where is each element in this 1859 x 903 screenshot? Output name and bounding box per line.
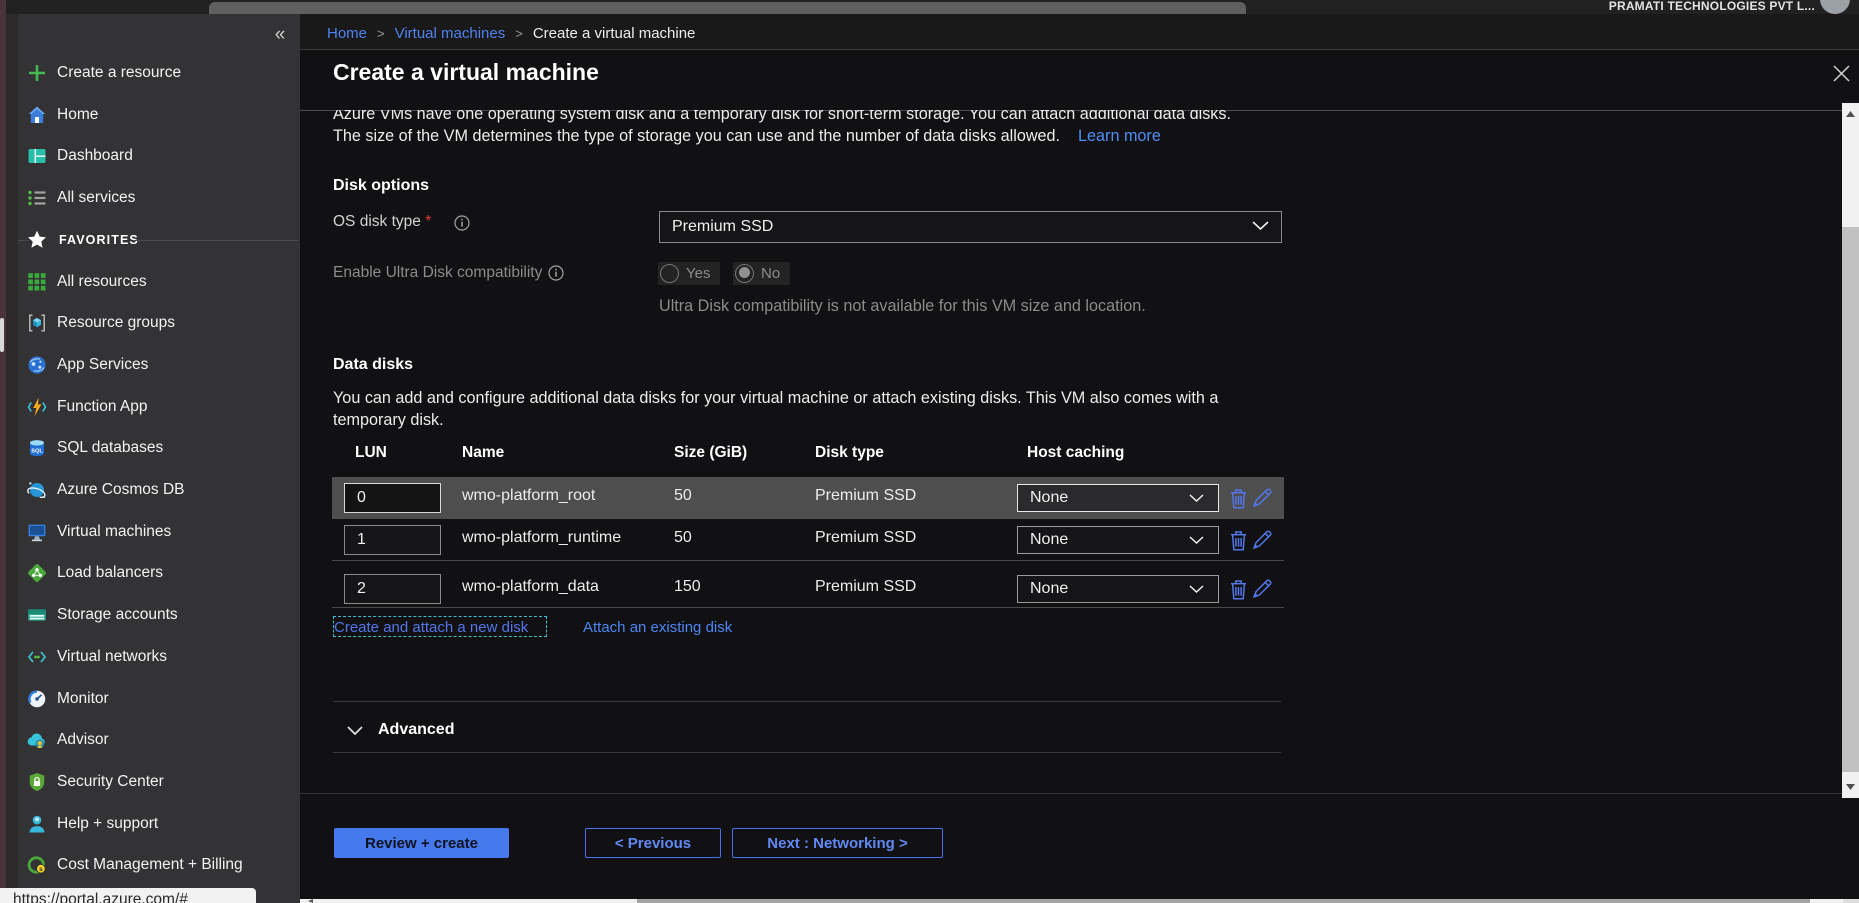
svg-text:SQL: SQL [31, 449, 43, 455]
svg-text:s: s [39, 866, 43, 873]
